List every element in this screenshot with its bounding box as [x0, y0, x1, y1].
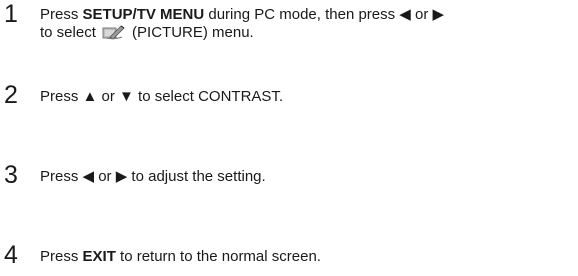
step-1-text-part: (PICTURE) menu. [127, 24, 254, 41]
step-2-text-part: Press ▲ or ▼ to select CONTRAST. [40, 88, 284, 105]
step-1-text-part: Press [40, 6, 83, 23]
step-1-line-1: Press SETUP/TV MENU during PC mode, then… [40, 6, 574, 24]
step-1-text-part: during PC mode, then press ◀ or ▶ [204, 6, 445, 23]
step-1-line-2: to select (PICTURE) menu. [40, 24, 574, 45]
step-number: 3 [4, 161, 18, 189]
setup-tv-menu-key: SETUP/TV MENU [82, 6, 205, 23]
exit-key: EXIT [82, 248, 116, 265]
step-3-text: Press ◀ or ▶ to adjust the setting. [40, 168, 574, 186]
step-3-text-part: Press ◀ or ▶ to adjust the setting. [40, 168, 266, 185]
step-4-text-part: to return to the normal screen. [115, 248, 321, 265]
step-number: 2 [4, 81, 18, 109]
step-2-text: Press ▲ or ▼ to select CONTRAST. [40, 88, 574, 106]
step-number: 1 [4, 0, 18, 28]
step-4-text: Press EXIT to return to the normal scree… [40, 248, 574, 266]
step-1-text: Press SETUP/TV MENU during PC mode, then… [40, 6, 574, 45]
step-number: 4 [4, 241, 18, 269]
picture-menu-icon [102, 24, 126, 45]
step-1-text-part: to select [40, 24, 96, 41]
step-4-text-part: Press [40, 248, 83, 265]
